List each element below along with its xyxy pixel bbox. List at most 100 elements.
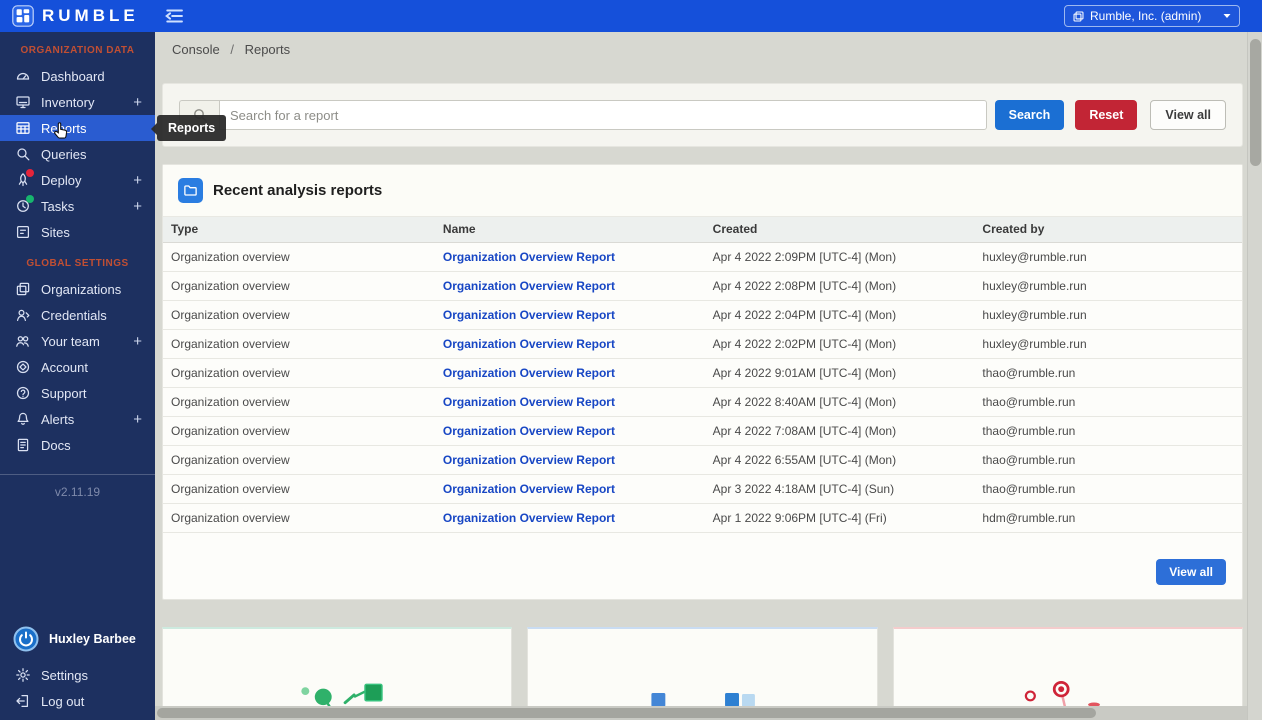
sidebar-item-organizations[interactable]: Organizations: [0, 276, 155, 302]
sidebar-item-inventory[interactable]: Inventory +: [0, 89, 155, 115]
sidebar-item-sites[interactable]: Sites: [0, 219, 155, 245]
sidebar-footer-items: Settings Log out: [0, 662, 155, 714]
organization-selector-label: Rumble, Inc. (admin): [1090, 9, 1202, 23]
report-table-row: Organization overview Organization Overvi…: [163, 242, 1242, 272]
column-header-name: Name: [434, 217, 705, 243]
cell-created: Apr 4 2022 8:40AM [UTC-4] (Mon): [704, 387, 975, 417]
view-all-button-bottom[interactable]: View all: [1156, 559, 1226, 585]
deploy-icon: [15, 169, 34, 188]
cell-type: Organization overview: [163, 503, 435, 533]
reset-button[interactable]: Reset: [1075, 100, 1138, 130]
breadcrumb-console[interactable]: Console: [172, 42, 220, 57]
view-all-button-top[interactable]: View all: [1150, 100, 1226, 130]
sidebar-item-label: Settings: [41, 667, 88, 683]
sidebar-item-reports[interactable]: Reports: [0, 115, 155, 141]
sidebar-bottom: Huxley Barbee Settings Log out: [0, 618, 155, 720]
cell-type: Organization overview: [163, 416, 435, 446]
column-header-created: Created: [704, 217, 975, 243]
expand-plus-icon[interactable]: +: [133, 334, 142, 349]
cell-created-by: huxley@rumble.run: [974, 329, 1242, 359]
sidebar: ORGANIZATION DATA Dashboard Inventory + Repo…: [0, 32, 155, 720]
cell-name: Organization Overview Report: [434, 329, 705, 359]
expand-plus-icon[interactable]: +: [133, 95, 142, 110]
cell-created: Apr 4 2022 2:04PM [UTC-4] (Mon): [704, 300, 975, 330]
cell-created-by: thao@rumble.run: [974, 445, 1242, 475]
report-table-row: Organization overview Organization Overvi…: [163, 503, 1242, 533]
reports-table: Type Name Created Created by Organization o…: [163, 217, 1242, 533]
sidebar-item-label: Reports: [41, 120, 87, 136]
user-profile[interactable]: Huxley Barbee: [0, 618, 155, 662]
column-header-type: Type: [163, 217, 435, 243]
expand-plus-icon[interactable]: +: [133, 412, 142, 427]
search-button[interactable]: Search: [994, 100, 1065, 130]
sidebar-item-queries[interactable]: Queries: [0, 141, 155, 167]
sites-icon: [15, 224, 31, 240]
cell-created-by: huxley@rumble.run: [974, 271, 1242, 301]
report-link[interactable]: Organization Overview Report: [443, 453, 615, 467]
gear-icon: [15, 667, 31, 683]
cell-type: Organization overview: [163, 242, 435, 272]
report-table-row: Organization overview Organization Overvi…: [163, 358, 1242, 388]
docs-icon: [15, 437, 31, 453]
sidebar-item-deploy[interactable]: Deploy +: [0, 167, 155, 193]
report-link[interactable]: Organization Overview Report: [443, 308, 615, 322]
account-icon: [15, 359, 31, 375]
organization-selector[interactable]: Rumble, Inc. (admin): [1064, 5, 1240, 27]
report-link[interactable]: Organization Overview Report: [443, 337, 615, 351]
report-link[interactable]: Organization Overview Report: [443, 250, 615, 264]
sidebar-item-credentials[interactable]: Credentials: [0, 302, 155, 328]
cell-created: Apr 4 2022 6:55AM [UTC-4] (Mon): [704, 445, 975, 475]
expand-plus-icon[interactable]: +: [133, 173, 142, 188]
cell-created-by: huxley@rumble.run: [974, 300, 1242, 330]
sidebar-item-tasks[interactable]: Tasks +: [0, 193, 155, 219]
sidebar-item-settings[interactable]: Settings: [0, 662, 155, 688]
tasks-icon: [15, 195, 34, 214]
sidebar-item-support[interactable]: Support: [0, 380, 155, 406]
horizontal-scrollbar-thumb[interactable]: [157, 708, 1097, 718]
sidebar-item-label: Dashboard: [41, 68, 105, 84]
breadcrumb-reports: Reports: [244, 42, 291, 57]
sidebar-item-label: Sites: [41, 224, 70, 240]
horizontal-scrollbar[interactable]: [155, 706, 1247, 720]
cell-type: Organization overview: [163, 329, 435, 359]
sidebar-item-docs[interactable]: Docs: [0, 432, 155, 458]
brand[interactable]: RUMBLE: [12, 5, 139, 27]
report-link[interactable]: Organization Overview Report: [443, 424, 615, 438]
vertical-scrollbar-thumb[interactable]: [1250, 39, 1261, 166]
table-header-row: Type Name Created Created by: [163, 217, 1242, 243]
cell-created: Apr 4 2022 7:08AM [UTC-4] (Mon): [704, 416, 975, 446]
sidebar-item-your-team[interactable]: Your team +: [0, 328, 155, 354]
cell-type: Organization overview: [163, 271, 435, 301]
report-search-input[interactable]: [219, 100, 987, 130]
cell-created-by: thao@rumble.run: [974, 358, 1242, 388]
report-link[interactable]: Organization Overview Report: [443, 279, 615, 293]
sidebar-nav: ORGANIZATION DATA Dashboard Inventory + Repo…: [0, 32, 155, 458]
cell-name: Organization Overview Report: [434, 416, 705, 446]
sidebar-collapse-icon[interactable]: [163, 5, 185, 27]
sidebar-item-dashboard[interactable]: Dashboard: [0, 63, 155, 89]
report-link[interactable]: Organization Overview Report: [443, 395, 615, 409]
report-table-row: Organization overview Organization Overvi…: [163, 271, 1242, 301]
report-table-row: Organization overview Organization Overvi…: [163, 329, 1242, 359]
cell-name: Organization Overview Report: [434, 271, 705, 301]
report-link[interactable]: Organization Overview Report: [443, 511, 615, 525]
sidebar-item-log-out[interactable]: Log out: [0, 688, 155, 714]
report-link[interactable]: Organization Overview Report: [443, 366, 615, 380]
sidebar-item-alerts[interactable]: Alerts +: [0, 406, 155, 432]
report-table-row: Organization overview Organization Overvi…: [163, 416, 1242, 446]
recent-reports-header: Recent analysis reports: [163, 165, 1242, 217]
inventory-icon: [15, 94, 31, 110]
expand-plus-icon[interactable]: +: [133, 199, 142, 214]
support-icon: [15, 385, 31, 401]
report-link[interactable]: Organization Overview Report: [443, 482, 615, 496]
red-badge-dot: [26, 169, 34, 177]
sidebar-item-account[interactable]: Account: [0, 354, 155, 380]
cell-created-by: huxley@rumble.run: [974, 242, 1242, 272]
vertical-scrollbar[interactable]: [1247, 32, 1262, 720]
cell-name: Organization Overview Report: [434, 242, 705, 272]
user-name: Huxley Barbee: [49, 632, 136, 646]
green-badge-dot: [26, 195, 34, 203]
sidebar-item-label: Organizations: [41, 281, 122, 297]
cell-created: Apr 4 2022 2:08PM [UTC-4] (Mon): [704, 271, 975, 301]
recent-reports-title: Recent analysis reports: [213, 182, 383, 199]
